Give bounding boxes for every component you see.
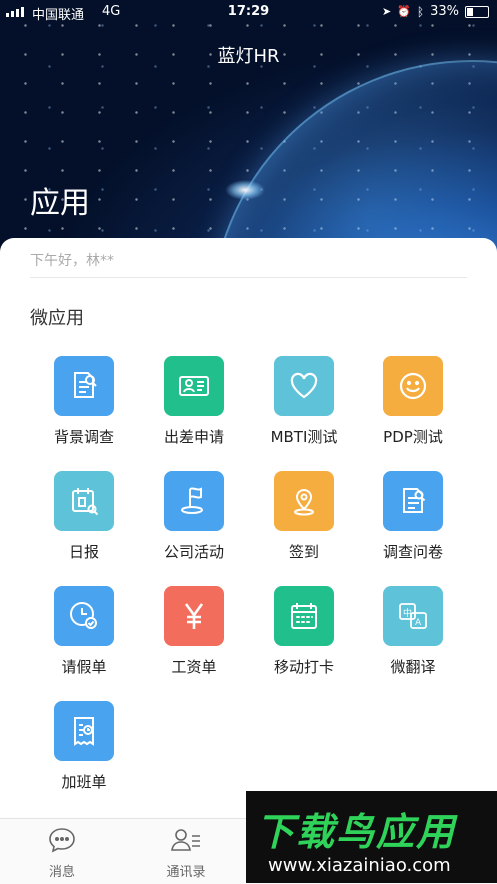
contacts-icon — [171, 829, 200, 851]
app-label: 加班单 — [61, 773, 107, 791]
app-pdp-test[interactable]: PDP测试 — [358, 356, 468, 447]
app-tile[interactable] — [54, 356, 114, 416]
location-arrow-icon: ➤ — [381, 5, 392, 18]
app-overtime[interactable]: 加班单 — [29, 701, 139, 792]
app-mobile-clock-in[interactable]: 移动打卡 — [249, 586, 359, 677]
app-tile[interactable] — [54, 586, 114, 646]
app-survey[interactable]: 调查问卷 — [358, 471, 468, 562]
app-label: 请假单 — [61, 658, 107, 676]
app-business-trip[interactable]: 出差申请 — [139, 356, 249, 447]
id-card-icon — [179, 376, 209, 396]
app-label: 签到 — [288, 543, 319, 561]
translate-icon: 中 A — [399, 603, 427, 629]
survey-icon — [403, 488, 426, 513]
app-label: 工资单 — [171, 658, 217, 676]
header-banner — [0, 0, 497, 265]
message-icon — [49, 828, 75, 853]
app-tile[interactable] — [164, 471, 224, 531]
app-mbti-test[interactable]: MBTI测试 — [249, 356, 359, 447]
doc-search-icon — [74, 372, 97, 398]
app-tile[interactable] — [164, 586, 224, 646]
light-flare — [225, 180, 265, 200]
section-title: 微应用 — [30, 308, 84, 329]
clock-check-icon — [70, 602, 97, 629]
location-pin-icon — [294, 489, 314, 516]
app-check-in[interactable]: 签到 — [249, 471, 359, 562]
page-title: 应用 — [30, 186, 90, 221]
tab-messages[interactable]: 消息 — [17, 827, 107, 880]
status-bar: 中国联通 4G 17:29 ➤ ⏰ ᛒ 33% — [0, 0, 497, 24]
app-label: 调查问卷 — [382, 543, 443, 561]
watermark-url: www.xiazainiao.com — [268, 855, 451, 876]
svg-text:A: A — [415, 618, 422, 628]
app-tile[interactable] — [274, 356, 334, 416]
app-leave-request[interactable]: 请假单 — [29, 586, 139, 677]
app-tile[interactable] — [274, 586, 334, 646]
svg-text:中: 中 — [403, 607, 412, 619]
app-label: 移动打卡 — [273, 658, 334, 676]
app-payslip[interactable]: 工资单 — [139, 586, 249, 677]
battery-icon — [465, 5, 489, 18]
app-company-events[interactable]: 公司活动 — [139, 471, 249, 562]
app-background-check[interactable]: 背景调查 — [29, 356, 139, 447]
app-tile[interactable] — [164, 356, 224, 416]
app-tile[interactable] — [383, 471, 443, 531]
divider — [30, 277, 467, 278]
alarm-icon: ⏰ — [397, 5, 411, 18]
app-label: 背景调查 — [53, 428, 114, 446]
app-tile[interactable] — [383, 356, 443, 416]
bluetooth-icon: ᛒ — [416, 4, 425, 19]
app-label: 微翻译 — [390, 658, 436, 676]
tab-contacts[interactable]: 通讯录 — [141, 827, 231, 880]
content-card: 下午好，林** 微应用 背景调查 出差申请 MBTI测试 PDP测试 日报 公司… — [0, 238, 497, 883]
app-label: 公司活动 — [163, 543, 224, 561]
flag-icon — [181, 487, 203, 514]
app-label: 出差申请 — [163, 428, 224, 446]
app-title: 蓝灯HR — [217, 46, 280, 67]
smiley-icon — [399, 372, 427, 400]
battery-percent: 33% — [430, 4, 459, 19]
tab-label: 通讯录 — [166, 865, 206, 880]
watermark-title: 下载鸟应用 — [256, 810, 457, 854]
app-label: 日报 — [68, 543, 99, 561]
app-tile[interactable]: 中 A — [383, 586, 443, 646]
app-translate[interactable]: 中 A 微翻译 — [358, 586, 468, 677]
heart-icon — [290, 372, 318, 399]
app-tile[interactable] — [274, 471, 334, 531]
calendar-grid-icon — [291, 603, 317, 629]
overtime-doc-icon — [74, 717, 94, 746]
greeting-text: 下午好，林** — [30, 253, 114, 269]
app-tile[interactable] — [54, 701, 114, 761]
tab-label: 消息 — [48, 865, 75, 880]
app-label: MBTI测试 — [270, 428, 338, 446]
app-label: PDP测试 — [383, 428, 443, 446]
calendar-search-icon — [72, 488, 99, 516]
yen-icon — [184, 603, 204, 629]
app-daily-report[interactable]: 日报 — [29, 471, 139, 562]
app-tile[interactable] — [54, 471, 114, 531]
watermark-overlay: 下载鸟应用 www.xiazainiao.com — [246, 791, 497, 883]
